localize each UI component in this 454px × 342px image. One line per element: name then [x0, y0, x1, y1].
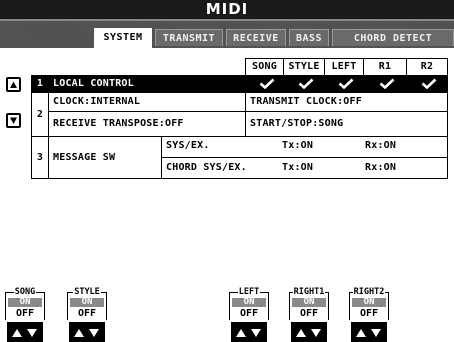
- part-right2-off[interactable]: OFF: [352, 308, 386, 319]
- row-number-2: 2: [31, 92, 49, 137]
- part-style-on[interactable]: ON: [70, 298, 104, 307]
- local-control-left-toggle[interactable]: [324, 75, 364, 93]
- part-song-label: SONG: [13, 287, 37, 297]
- right2-updown-button[interactable]: [351, 322, 387, 342]
- right1-updown-button[interactable]: [291, 322, 327, 342]
- row-number-3: 3: [31, 136, 49, 179]
- transmit-clock-setting[interactable]: TRANSMIT CLOCK:OFF: [245, 92, 448, 112]
- check-icon: [259, 78, 274, 89]
- tab-system[interactable]: SYSTEM: [94, 28, 152, 48]
- clock-setting[interactable]: CLOCK:INTERNAL: [48, 92, 246, 112]
- chord-sys-ex-row[interactable]: CHORD SYS/EX. Tx:ON Rx:ON: [161, 157, 448, 179]
- chord-sys-ex-rx[interactable]: Rx:ON: [365, 160, 396, 176]
- local-control-style-toggle[interactable]: [283, 75, 325, 93]
- sys-ex-rx[interactable]: Rx:ON: [365, 138, 396, 154]
- part-style-off[interactable]: OFF: [70, 308, 104, 319]
- local-control-label[interactable]: LOCAL CONTROL: [48, 75, 246, 93]
- part-right1-on[interactable]: ON: [292, 298, 326, 307]
- part-left[interactable]: LEFT ON OFF: [229, 287, 269, 320]
- check-icon: [298, 78, 314, 89]
- check-icon: [338, 78, 354, 89]
- part-right1-off[interactable]: OFF: [292, 308, 326, 319]
- tab-chord-detect[interactable]: CHORD DETECT: [332, 29, 454, 46]
- part-right1[interactable]: RIGHT1 ON OFF: [289, 287, 329, 320]
- part-song[interactable]: SONG ON OFF: [5, 287, 45, 320]
- col-header-r1: R1: [363, 58, 407, 76]
- message-sw-label: MESSAGE SW: [48, 136, 162, 179]
- local-control-r1-toggle[interactable]: [363, 75, 407, 93]
- scroll-up-button[interactable]: [6, 77, 21, 92]
- chord-sys-ex-label: CHORD SYS/EX.: [166, 162, 247, 173]
- part-song-off[interactable]: OFF: [8, 308, 42, 319]
- up-down-arrows-icon: [236, 329, 261, 337]
- sys-ex-tx[interactable]: Tx:ON: [282, 138, 313, 154]
- col-header-left: LEFT: [324, 58, 364, 76]
- tab-receive[interactable]: RECEIVE: [226, 29, 286, 46]
- part-right2-label: RIGHT2: [352, 287, 386, 297]
- local-control-r2-toggle[interactable]: [406, 75, 448, 93]
- up-down-arrows-icon: [12, 329, 37, 337]
- part-right2[interactable]: RIGHT2 ON OFF: [349, 287, 389, 320]
- song-updown-button[interactable]: [7, 322, 43, 342]
- sys-ex-label: SYS/EX.: [166, 140, 210, 151]
- part-style[interactable]: STYLE ON OFF: [67, 287, 107, 320]
- row-number-1: 1: [31, 75, 49, 93]
- receive-transpose-setting[interactable]: RECEIVE TRANSPOSE:OFF: [48, 111, 246, 137]
- check-icon: [379, 78, 395, 89]
- part-right1-label: RIGHT1: [292, 287, 326, 297]
- up-down-arrows-icon: [296, 329, 321, 337]
- part-song-on[interactable]: ON: [8, 298, 42, 307]
- left-updown-button[interactable]: [231, 322, 267, 342]
- part-left-label: LEFT: [237, 287, 261, 297]
- up-down-arrows-icon: [356, 329, 381, 337]
- part-right2-on[interactable]: ON: [352, 298, 386, 307]
- col-header-song: SONG: [245, 58, 284, 76]
- scroll-down-button[interactable]: [6, 113, 21, 128]
- triangle-up-icon: [8, 79, 19, 90]
- part-left-on[interactable]: ON: [232, 298, 266, 307]
- sys-ex-row[interactable]: SYS/EX. Tx:ON Rx:ON: [161, 136, 448, 158]
- style-updown-button[interactable]: [69, 322, 105, 342]
- check-icon: [421, 78, 437, 89]
- col-header-style: STYLE: [283, 58, 325, 76]
- up-down-arrows-icon: [74, 329, 99, 337]
- col-header-r2: R2: [406, 58, 448, 76]
- tab-transmit[interactable]: TRANSMIT: [155, 29, 223, 46]
- part-left-off[interactable]: OFF: [232, 308, 266, 319]
- chord-sys-ex-tx[interactable]: Tx:ON: [282, 160, 313, 176]
- tab-bass[interactable]: BASS: [289, 29, 329, 46]
- start-stop-setting[interactable]: START/STOP:SONG: [245, 111, 448, 137]
- page-title: MIDI: [0, 0, 454, 19]
- tab-bar: SYSTEM TRANSMIT RECEIVE BASS CHORD DETEC…: [0, 21, 454, 48]
- triangle-down-icon: [8, 115, 19, 126]
- part-style-label: STYLE: [73, 287, 101, 297]
- local-control-song-toggle[interactable]: [245, 75, 284, 93]
